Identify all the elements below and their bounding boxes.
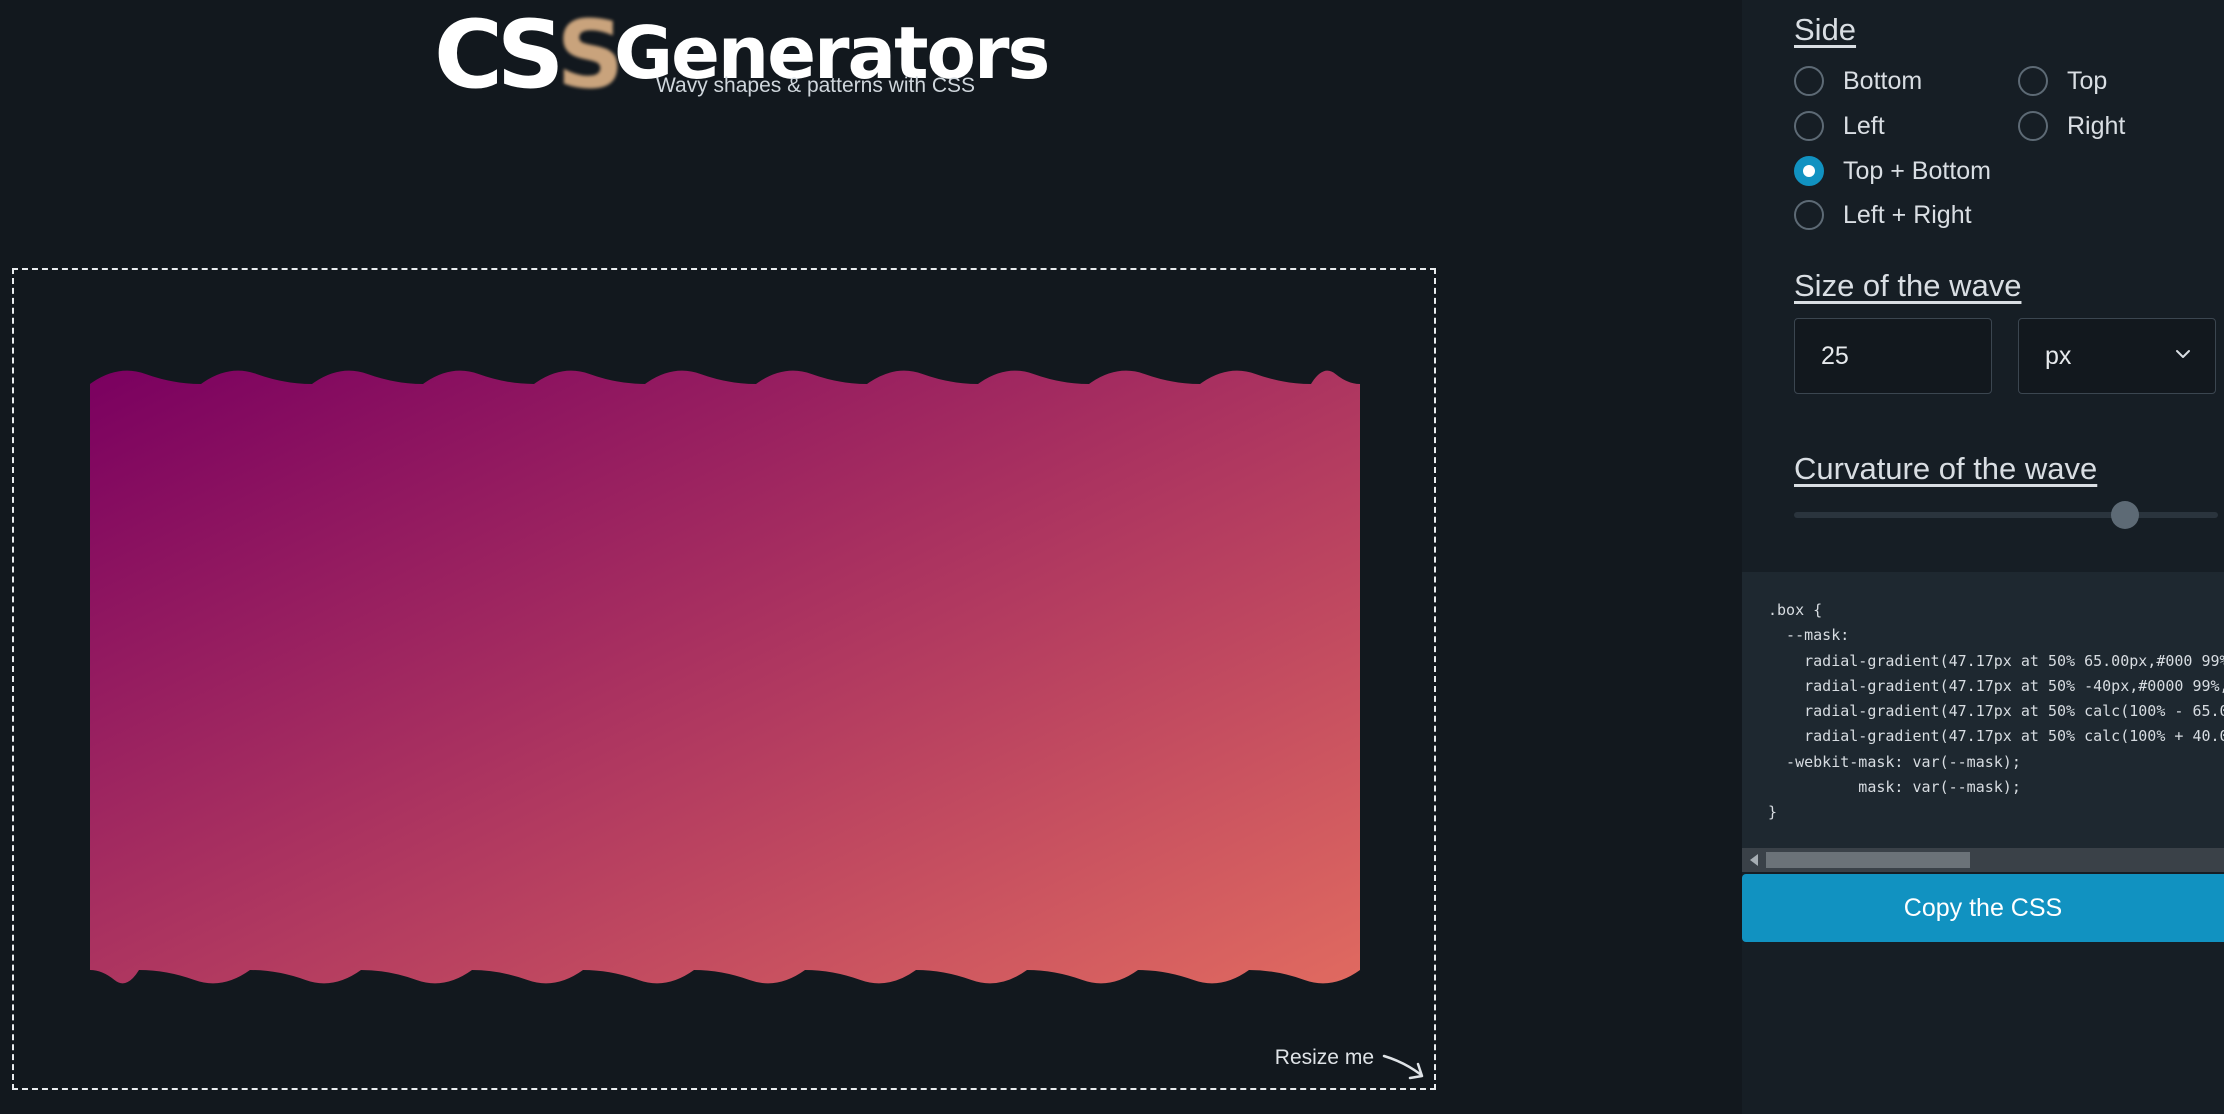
resizable-preview-box[interactable]: Resize me <box>12 268 1436 1090</box>
radio-circle-icon <box>1794 111 1824 141</box>
curvature-slider[interactable] <box>1794 501 2218 529</box>
code-line: radial-gradient(47.17px at 50% calc(100%… <box>1804 727 2224 746</box>
css-code-text: .box { --mask: radial-gradient(47.17px a… <box>1768 598 2224 826</box>
radio-circle-icon <box>2018 111 2048 141</box>
logo-tagline: Wavy shapes & patterns with CSS <box>656 74 976 97</box>
code-line: -webkit-mask: var(--mask); <box>1768 752 2021 771</box>
code-line: --mask: <box>1768 626 1850 645</box>
radio-side-top-bottom[interactable]: Top + Bottom <box>1794 156 1991 186</box>
wave-size-unit-select[interactable]: px <box>2018 318 2216 394</box>
resize-arrow-icon[interactable] <box>1380 1050 1430 1084</box>
resize-me-label: Resize me <box>1274 1046 1374 1069</box>
code-line: radial-gradient(47.17px at 50% calc(100%… <box>1804 702 2224 721</box>
radio-side-left-right[interactable]: Left + Right <box>1794 200 1972 230</box>
radio-side-right[interactable]: Right <box>2018 111 2125 141</box>
radio-side-top[interactable]: Top <box>2018 66 2107 96</box>
chevron-down-icon <box>2176 350 2190 358</box>
code-line: } <box>1768 803 1778 822</box>
code-line: mask: var(--mask); <box>1768 778 2021 797</box>
radio-circle-icon <box>2018 66 2048 96</box>
size-section-title: Size of the wave <box>1794 268 2022 303</box>
code-horizontal-scrollbar[interactable] <box>1742 848 2224 872</box>
code-line: radial-gradient(47.17px at 50% -40px,#00… <box>1804 676 2224 695</box>
radio-circle-icon <box>1794 156 1824 186</box>
css-code-output: .box { --mask: radial-gradient(47.17px a… <box>1742 572 2224 872</box>
logo-css-mark: CSS <box>434 1 625 110</box>
scrollbar-thumb[interactable] <box>1766 852 1970 868</box>
settings-panel: Side Bottom Top Left Right Top + Bottom … <box>1742 0 2224 1114</box>
wave-shape <box>90 370 1360 984</box>
copy-css-button[interactable]: Copy the CSS <box>1742 874 2224 942</box>
radio-circle-icon <box>1794 200 1824 230</box>
radio-circle-icon <box>1794 66 1824 96</box>
site-logo[interactable]: CSS Generators Wavy shapes & patterns wi… <box>434 1 1050 110</box>
scroll-left-icon[interactable] <box>1750 854 1758 866</box>
radio-side-bottom[interactable]: Bottom <box>1794 66 1922 96</box>
radio-side-left[interactable]: Left <box>1794 111 1885 141</box>
curvature-slider-thumb[interactable] <box>2110 501 2139 529</box>
code-line: radial-gradient(47.17px at 50% 65.00px,#… <box>1804 651 2224 670</box>
curvature-section-title: Curvature of the wave <box>1794 451 2098 486</box>
wave-size-input[interactable] <box>1794 318 1992 394</box>
code-line: .box { <box>1768 601 1823 619</box>
wavy-shape-preview <box>90 370 1360 984</box>
side-section-title: Side <box>1794 12 1857 47</box>
